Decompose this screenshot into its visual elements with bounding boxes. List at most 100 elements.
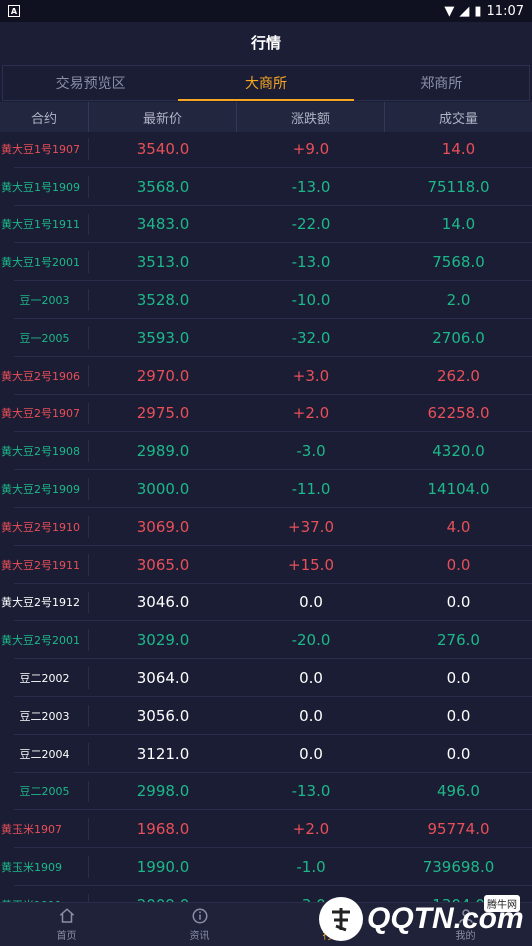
table-row[interactable]: 豆二2002 3064.0 0.0 0.0 xyxy=(0,659,532,697)
tab-dce[interactable]: 大商所 xyxy=(178,66,354,101)
table-row[interactable]: 豆一2005 3593.0 -32.0 2706.0 xyxy=(0,319,532,357)
volume: 2706.0 xyxy=(432,328,485,347)
latest-price: 3568.0 xyxy=(136,177,190,196)
status-bar: A ▼ ◢ ▮ 11:07 xyxy=(0,0,532,22)
volume: 95774.0 xyxy=(427,820,490,839)
volume: 14.0 xyxy=(441,215,476,234)
contract-name: 豆二2005 xyxy=(0,780,89,803)
contract-name: 黄大豆1号1909 xyxy=(0,175,89,198)
exchange-tabs: 交易预览区 大商所 郑商所 xyxy=(2,65,530,101)
volume: 62258.0 xyxy=(427,404,490,423)
watermark-logo-icon xyxy=(319,897,363,941)
contract-name: 黄大豆1号1911 xyxy=(0,213,89,236)
price-change: -22.0 xyxy=(291,215,331,234)
latest-price: 3513.0 xyxy=(136,253,190,272)
watermark: QQTN.com 腾牛网 xyxy=(319,895,524,943)
latest-price: 3000.0 xyxy=(136,480,190,499)
latest-price: 3069.0 xyxy=(136,517,190,536)
volume: 2.0 xyxy=(446,291,471,310)
table-row[interactable]: 黄大豆2号1908 2989.0 -3.0 4320.0 xyxy=(0,432,532,470)
header-volume[interactable]: 成交量 xyxy=(385,102,532,132)
table-row[interactable]: 豆二2005 2998.0 -13.0 496.0 xyxy=(0,773,532,811)
table-row[interactable]: 黄大豆2号1907 2975.0 +2.0 62258.0 xyxy=(0,395,532,433)
table-row[interactable]: 黄大豆2号1911 3065.0 +15.0 0.0 xyxy=(0,546,532,584)
tab-preview[interactable]: 交易预览区 xyxy=(3,66,178,100)
volume: 4.0 xyxy=(446,517,471,536)
price-change: 0.0 xyxy=(299,669,323,688)
contract-name: 黄大豆2号1910 xyxy=(0,515,89,538)
latest-price: 2970.0 xyxy=(136,366,190,385)
latest-price: 1968.0 xyxy=(136,820,190,839)
contract-name: 黄大豆1号1907 xyxy=(0,138,89,160)
contract-name: 黄大豆1号2001 xyxy=(0,251,89,274)
contract-name: 黄大豆2号1907 xyxy=(0,402,89,425)
page-title: 行情 xyxy=(0,22,532,63)
table-row[interactable]: 黄大豆1号1911 3483.0 -22.0 14.0 xyxy=(0,206,532,244)
table-row[interactable]: 黄大豆2号1910 3069.0 +37.0 4.0 xyxy=(0,508,532,546)
table-row[interactable]: 黄大豆1号2001 3513.0 -13.0 7568.0 xyxy=(0,243,532,281)
table-row[interactable]: 豆二2004 3121.0 0.0 0.0 xyxy=(0,735,532,773)
volume: 496.0 xyxy=(437,782,480,801)
home-icon xyxy=(59,908,74,923)
price-change: -1.0 xyxy=(296,858,326,877)
latest-price: 3121.0 xyxy=(136,744,190,763)
latest-price: 3065.0 xyxy=(136,555,190,574)
tab-zce[interactable]: 郑商所 xyxy=(354,66,529,100)
price-change: +2.0 xyxy=(292,820,330,839)
nav-home-label: 首页 xyxy=(56,931,77,942)
latest-price: 3056.0 xyxy=(136,706,190,725)
price-change: -20.0 xyxy=(291,631,331,650)
price-change: -32.0 xyxy=(291,328,331,347)
price-change: +37.0 xyxy=(288,517,334,536)
volume: 276.0 xyxy=(437,631,480,650)
table-row[interactable]: 黄玉米1909 1990.0 -1.0 739698.0 xyxy=(0,848,532,886)
clock: 11:07 xyxy=(486,3,524,19)
latest-price: 2989.0 xyxy=(136,442,190,461)
header-contract[interactable]: 合约 xyxy=(0,102,89,132)
price-change: +15.0 xyxy=(288,555,334,574)
nav-info[interactable]: 资讯 xyxy=(133,903,266,946)
watermark-badge: 腾牛网 xyxy=(484,895,520,912)
price-change: -13.0 xyxy=(291,782,331,801)
table-row[interactable]: 豆二2003 3056.0 0.0 0.0 xyxy=(0,697,532,735)
table-row[interactable]: 黄大豆1号1907 3540.0 +9.0 14.0 xyxy=(0,130,532,168)
volume: 262.0 xyxy=(437,366,480,385)
table-row[interactable]: 黄大豆1号1909 3568.0 -13.0 75118.0 xyxy=(0,168,532,206)
contract-name: 黄大豆2号2001 xyxy=(0,629,89,652)
table-row[interactable]: 黄大豆2号1906 2970.0 +3.0 262.0 xyxy=(0,357,532,395)
table-row[interactable]: 黄玉米1907 1968.0 +2.0 95774.0 xyxy=(0,810,532,848)
contract-name: 黄大豆2号1911 xyxy=(0,553,89,576)
table-header: 合约 最新价 涨跌额 成交量 xyxy=(0,102,532,132)
price-change: +9.0 xyxy=(292,139,330,158)
header-price[interactable]: 最新价 xyxy=(89,102,237,132)
latest-price: 2009.0 xyxy=(89,886,237,902)
price-change: 0.0 xyxy=(299,593,323,612)
contract-name: 黄大豆2号1906 xyxy=(0,364,89,387)
volume: 0.0 xyxy=(446,593,471,612)
table-row[interactable]: 黄大豆2号2001 3029.0 -20.0 276.0 xyxy=(0,621,532,659)
contract-name: 豆二2002 xyxy=(0,667,89,689)
table-row[interactable]: 黄大豆2号1909 3000.0 -11.0 14104.0 xyxy=(0,470,532,508)
volume: 739698.0 xyxy=(422,858,495,877)
volume: 14104.0 xyxy=(427,480,490,499)
volume: 0.0 xyxy=(446,669,471,688)
contract-name: 黄玉米1909 xyxy=(0,856,89,878)
latest-price: 2975.0 xyxy=(136,404,190,423)
quote-list[interactable]: 黄大豆1号1907 3540.0 +9.0 14.0 黄大豆1号1909 3568.0 -1… xyxy=(0,130,532,902)
latest-price: 3029.0 xyxy=(136,631,190,650)
latest-price: 3540.0 xyxy=(136,139,190,158)
table-row[interactable]: 黄大豆2号1912 3046.0 0.0 0.0 xyxy=(0,584,532,622)
table-row[interactable]: 豆一2003 3528.0 -10.0 2.0 xyxy=(0,281,532,319)
info-icon xyxy=(192,908,207,924)
contract-name: 黄大豆2号1912 xyxy=(0,591,89,614)
nav-home[interactable]: 首页 xyxy=(0,903,133,946)
volume: 0.0 xyxy=(446,706,471,725)
header-change[interactable]: 涨跌额 xyxy=(237,102,385,132)
price-change: -11.0 xyxy=(291,480,331,499)
signal-icon: ◢ xyxy=(459,3,470,19)
latest-price: 3046.0 xyxy=(136,593,190,612)
price-change: 0.0 xyxy=(299,706,323,725)
contract-name: 黄玉米1907 xyxy=(0,818,89,841)
nav-info-label: 资讯 xyxy=(189,931,210,942)
latest-price: 3064.0 xyxy=(136,669,190,688)
